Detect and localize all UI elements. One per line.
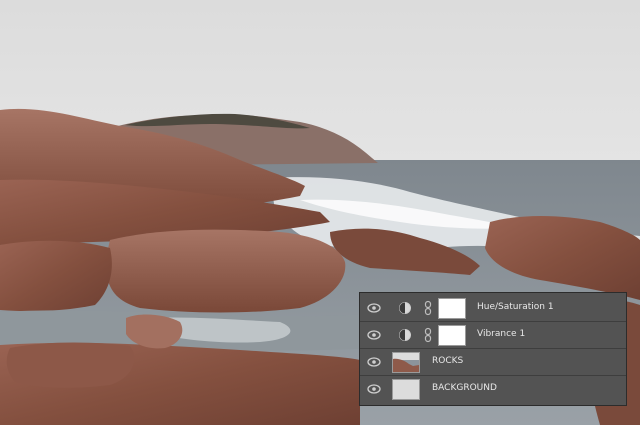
layer-mask-thumbnail[interactable]	[438, 298, 466, 319]
layers-panel: Hue/Saturation 1 Vibrance 1 ROCKS BACKGR…	[359, 292, 627, 406]
eye-icon[interactable]	[366, 382, 382, 396]
adjustment-layer-icon	[399, 302, 411, 314]
eye-icon[interactable]	[366, 301, 382, 315]
layer-mask-thumbnail[interactable]	[438, 325, 466, 346]
layer-row-rocks[interactable]: ROCKS	[360, 349, 626, 376]
link-chain-icon[interactable]	[424, 300, 432, 316]
adjustment-layer-icon	[399, 329, 411, 341]
eye-icon[interactable]	[366, 355, 382, 369]
layer-row-hue-saturation[interactable]: Hue/Saturation 1	[360, 295, 626, 322]
layer-name: ROCKS	[432, 356, 464, 366]
eye-icon[interactable]	[366, 328, 382, 342]
layer-row-background[interactable]: BACKGROUND	[360, 376, 626, 403]
layer-row-vibrance[interactable]: Vibrance 1	[360, 322, 626, 349]
layer-name: Hue/Saturation 1	[477, 302, 554, 312]
layer-thumbnail-rocks[interactable]	[392, 352, 420, 373]
layer-name: Vibrance 1	[477, 329, 526, 339]
foreground-rock-block	[6, 342, 135, 388]
layer-thumbnail-background[interactable]	[392, 379, 420, 400]
central-rock	[106, 229, 346, 313]
foreground-rock-left	[0, 240, 112, 312]
layer-name: BACKGROUND	[432, 383, 497, 393]
link-chain-icon[interactable]	[424, 327, 432, 343]
